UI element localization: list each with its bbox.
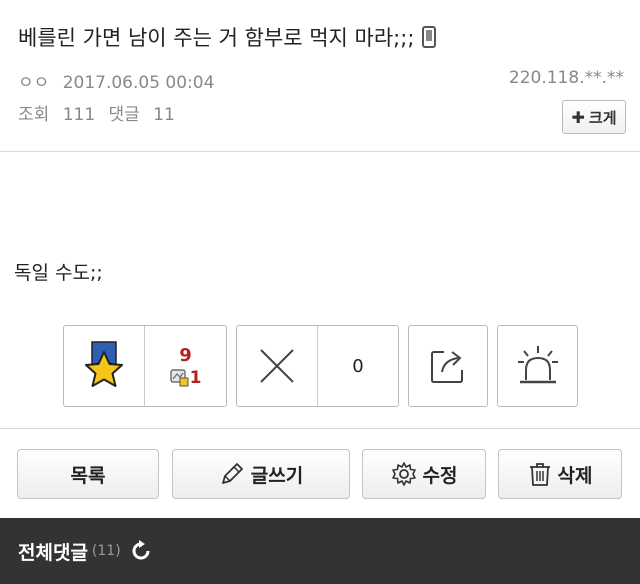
downvote-button[interactable] <box>237 326 317 406</box>
gear-icon <box>391 462 416 486</box>
comments-bar: 전체댓글 (11) <box>0 518 640 584</box>
comments-count: 11 <box>153 105 175 125</box>
edit-button[interactable]: 수정 <box>362 449 486 499</box>
delete-button[interactable]: 삭제 <box>498 449 622 499</box>
comments-label: 댓글 <box>108 105 140 125</box>
list-label: 목록 <box>70 464 106 487</box>
post-datetime: 2017.06.05 00:04 <box>62 73 215 93</box>
share-button-inner <box>409 326 487 406</box>
action-bar: 목록 글쓰기 수정 삭제 <box>0 428 640 518</box>
upvote-count: 9 <box>179 344 192 366</box>
font-size-button[interactable]: ✚ 크게 <box>562 100 626 134</box>
upvote-button[interactable] <box>64 326 144 406</box>
fixed-upvote-count: 1 <box>189 367 202 388</box>
author-name[interactable]: ㅇㅇ <box>18 73 49 93</box>
downvote-count: 0 <box>352 355 364 377</box>
plus-icon: ✚ <box>571 107 585 127</box>
mobile-icon <box>422 26 437 48</box>
star-badge-icon <box>85 341 123 387</box>
refresh-icon <box>132 540 150 560</box>
post-stats: 조회 111 댓글 11 <box>18 100 175 125</box>
report-button[interactable] <box>497 325 578 407</box>
fixed-upvote-row: 1 <box>169 367 202 388</box>
post-meta-author: ㅇㅇ 2017.06.05 00:04 <box>18 68 214 93</box>
post-title: 베를린 가면 남이 주는 거 함부로 먹지 마라;;; <box>18 26 415 50</box>
share-button[interactable] <box>408 325 488 407</box>
views-count: 111 <box>62 105 96 125</box>
post-body: 독일 수도;; <box>14 262 103 284</box>
trash-icon <box>529 463 550 486</box>
downvote-group: 0 <box>236 325 399 407</box>
fixed-vote-icon <box>169 368 189 386</box>
post-header: 베를린 가면 남이 주는 거 함부로 먹지 마라;;; ㅇㅇ 2017.06.0… <box>0 0 640 152</box>
share-icon <box>431 351 463 383</box>
list-button[interactable]: 목록 <box>17 449 159 499</box>
edit-label: 수정 <box>422 464 458 487</box>
vote-bar: 9 1 0 <box>0 325 640 409</box>
post-title-row: 베를린 가면 남이 주는 거 함부로 먹지 마라;;; <box>18 22 437 52</box>
comments-total: (11) <box>91 543 121 559</box>
views-label: 조회 <box>18 105 50 125</box>
delete-label: 삭제 <box>557 464 593 487</box>
x-icon <box>260 349 294 383</box>
upvote-counts: 9 1 <box>145 326 226 406</box>
font-size-label: 크게 <box>588 108 617 127</box>
siren-icon <box>517 346 558 384</box>
downvote-count-cell: 0 <box>318 326 398 406</box>
write-button[interactable]: 글쓰기 <box>172 449 350 499</box>
report-button-inner <box>498 326 577 406</box>
upvote-group: 9 1 <box>63 325 227 407</box>
pencil-icon <box>221 463 243 484</box>
author-ip: 220.118.**.** <box>508 68 624 88</box>
refresh-button[interactable] <box>129 539 153 563</box>
write-label: 글쓰기 <box>250 464 304 487</box>
comments-title: 전체댓글 <box>18 541 88 564</box>
